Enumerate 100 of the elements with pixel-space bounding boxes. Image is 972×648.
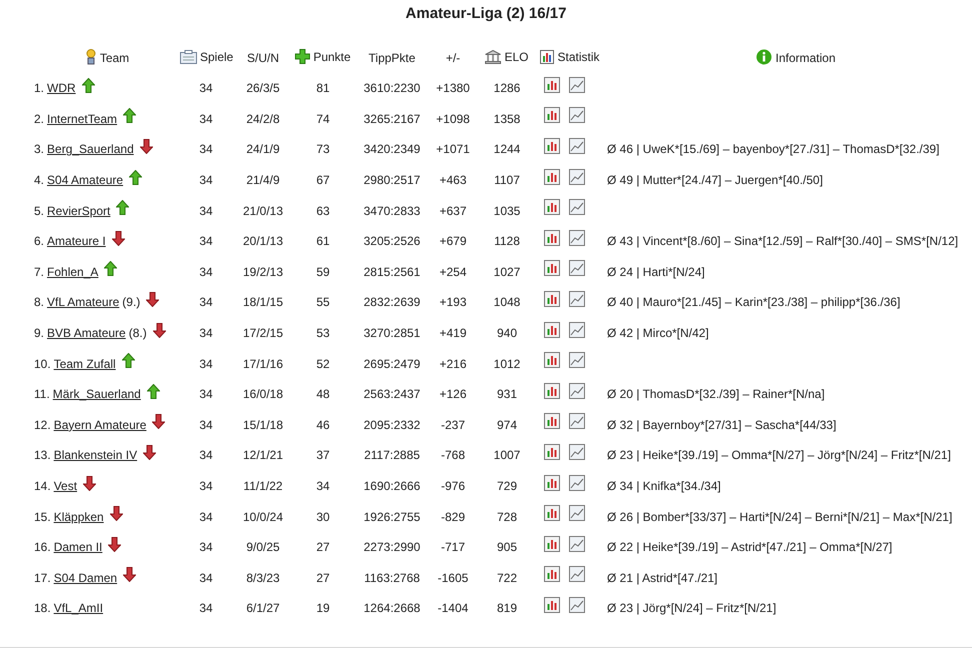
table-cell-text: 27	[315, 539, 331, 556]
line-chart-icon[interactable]	[569, 76, 585, 93]
table-cell-text: 63	[315, 202, 331, 220]
bar-chart-icon[interactable]	[544, 107, 560, 124]
line-chart-icon[interactable]	[569, 413, 585, 430]
line-chart-icon[interactable]	[569, 199, 585, 216]
table-cell-text: 48	[315, 386, 331, 404]
line-chart-icon[interactable]	[569, 382, 585, 399]
team-link[interactable]: Vest	[54, 479, 78, 494]
team-link[interactable]: Amateure I	[47, 234, 106, 248]
table-cell-text: 1264:2668	[362, 600, 422, 618]
bar-chart-icon[interactable]	[544, 322, 560, 338]
table-cell-text: +254	[438, 264, 468, 281]
column-header: Spiele	[200, 50, 234, 64]
table-cell-text: 18/1/15	[242, 294, 284, 312]
team-link[interactable]: Team Zufall	[54, 356, 116, 371]
line-chart-icon[interactable]	[569, 596, 585, 613]
table-cell-text: 34	[198, 478, 214, 496]
team-link[interactable]: S04 Amateure	[47, 173, 124, 188]
line-chart-icon[interactable]	[569, 138, 585, 154]
table-cell-text: 819	[496, 600, 518, 618]
bar-chart-icon[interactable]	[544, 444, 560, 460]
bar-chart-icon[interactable]	[544, 474, 560, 491]
bank-icon	[485, 50, 502, 64]
table-cell-text: +463	[438, 172, 468, 190]
table-cell-text: +679	[438, 233, 468, 250]
team-link[interactable]: Kläppken	[54, 510, 104, 524]
line-chart-icon[interactable]	[569, 444, 585, 460]
table-cell-text: 53	[315, 325, 331, 342]
bar-chart-icon[interactable]	[544, 505, 560, 522]
rank-number: 16.	[34, 540, 51, 554]
bar-chart-icon[interactable]	[544, 260, 560, 276]
table-cell-text: 10/0/24	[242, 508, 284, 526]
table-cell-text: 2832:2639	[362, 294, 422, 312]
table-cell-text: 17/1/16	[242, 356, 284, 373]
line-chart-icon[interactable]	[569, 260, 585, 276]
line-chart-icon[interactable]	[569, 474, 585, 491]
player-info: Ø 24 | Harti*[N/24]	[607, 264, 705, 279]
line-chart-icon[interactable]	[569, 505, 585, 522]
team-link[interactable]: Damen II	[54, 540, 102, 554]
player-info: Ø 26 | Bomber*[33/37] – Harti*[N/24] – Berni*[N/21] – Max*[N/21]	[607, 510, 952, 524]
table-cell-text: 1007	[492, 447, 522, 464]
table-cell-text: 19	[315, 600, 331, 618]
column-header: Team	[100, 50, 130, 64]
table-cell-text: 15/1/18	[242, 416, 284, 434]
line-chart-icon[interactable]	[569, 322, 585, 338]
rank-number: 1.	[34, 81, 44, 96]
table-cell-text: 3265:2167	[362, 110, 422, 128]
rank-number: 17.	[34, 570, 51, 585]
table-cell-text: 3420:2349	[362, 141, 422, 158]
bar-chart-icon[interactable]	[544, 413, 560, 430]
player-info: Ø 32 | Bayernboy*[27/31] – Sascha*[44/33]	[607, 418, 836, 432]
column-header: ELO	[504, 50, 528, 64]
table-cell-text: 9/0/25	[245, 539, 281, 556]
line-chart-icon[interactable]	[569, 290, 585, 307]
team-link[interactable]: InternetTeam	[47, 112, 118, 126]
bar-chart-icon[interactable]	[544, 168, 560, 185]
line-chart-icon[interactable]	[569, 566, 585, 582]
bar-chart-icon[interactable]	[544, 536, 560, 552]
table-cell-text: 52	[315, 356, 331, 373]
team-link[interactable]: VfL_AmII	[54, 601, 104, 616]
team-link[interactable]: Bayern Amateure	[54, 418, 146, 432]
bar-chart-icon[interactable]	[544, 352, 560, 368]
bar-chart-icon[interactable]	[544, 566, 560, 582]
team-link[interactable]: Blankenstein IV	[54, 448, 138, 462]
table-cell-text: 3205:2526	[362, 233, 422, 250]
table-cell-text: 16/0/18	[242, 386, 284, 404]
bar-chart-icon[interactable]	[544, 290, 560, 307]
table-cell-text: 1128	[493, 233, 521, 250]
team-link[interactable]: BVB Amateure	[47, 326, 126, 340]
bar-chart-icon[interactable]	[544, 382, 560, 399]
team-link[interactable]: Märk_Sauerland	[52, 387, 141, 402]
line-chart-icon[interactable]	[569, 230, 585, 246]
down-arrow-icon	[110, 506, 123, 522]
table-cell-text: 20/1/13	[242, 233, 284, 250]
table-cell-text: 59	[315, 264, 331, 281]
team-link[interactable]: S04 Damen	[54, 570, 118, 585]
team-link[interactable]: VfL Amateure	[47, 295, 120, 310]
line-chart-icon[interactable]	[569, 352, 585, 368]
bar-chart-icon[interactable]	[544, 230, 560, 246]
bar-chart-icon[interactable]	[544, 596, 560, 613]
line-chart-icon[interactable]	[569, 168, 585, 185]
bar-chart-icon[interactable]	[544, 199, 560, 216]
medal-icon	[84, 48, 97, 64]
line-chart-icon[interactable]	[569, 536, 585, 552]
table-cell-text: 3470:2833	[362, 202, 422, 220]
previous-rank: (9.)	[122, 295, 140, 310]
table-cell-text: -1404	[436, 600, 470, 618]
bar-chart-icon[interactable]	[544, 138, 560, 154]
table-cell-text: 2563:2437	[362, 386, 422, 404]
bar-chart-icon[interactable]	[544, 76, 560, 93]
team-link[interactable]: RevierSport	[47, 204, 110, 218]
line-chart-icon[interactable]	[569, 107, 585, 124]
team-link[interactable]: Berg_Sauerland	[47, 142, 134, 156]
table-cell-text: 1244	[492, 141, 522, 158]
team-link[interactable]: Fohlen_A	[47, 264, 98, 279]
table-cell-text: 34	[198, 539, 214, 556]
table-cell-text: 73	[315, 141, 331, 158]
table-cell-text: 8/3/23	[245, 570, 281, 587]
team-link[interactable]: WDR	[47, 81, 76, 96]
